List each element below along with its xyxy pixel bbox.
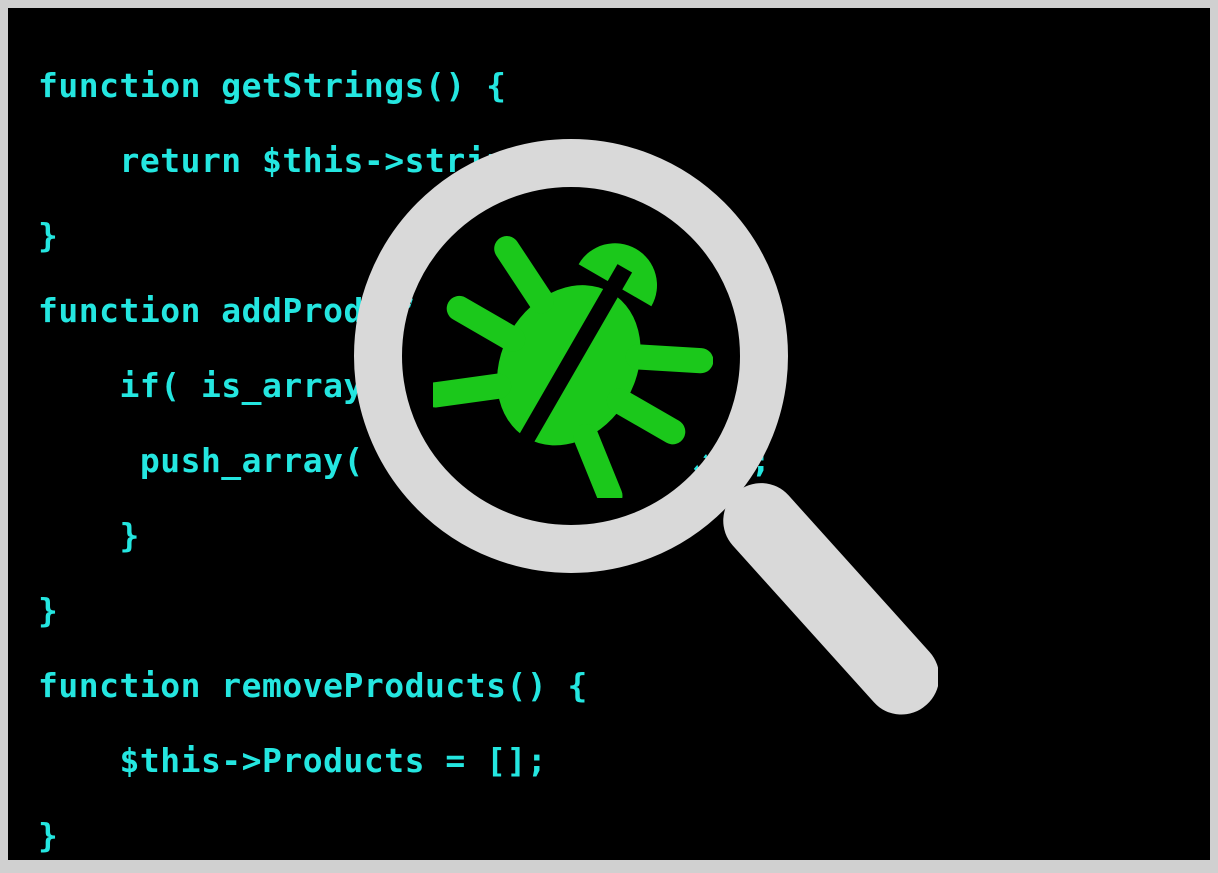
magnified-lens-content: ction ad ( is_ar [403,188,738,523]
code-line-3: } [38,216,58,255]
code-line-9: function removeProducts() { [38,666,588,705]
code-line-2: return $this->strings; [38,141,568,180]
code-line-10: $this->Products = []; [38,741,547,780]
code-editor-frame: function getStrings() { return $this->st… [8,8,1210,860]
code-line-1: function getStrings() { [38,66,506,105]
code-line-7: } [38,516,140,555]
code-line-8: } [38,591,58,630]
code-line-11: } [38,816,58,855]
